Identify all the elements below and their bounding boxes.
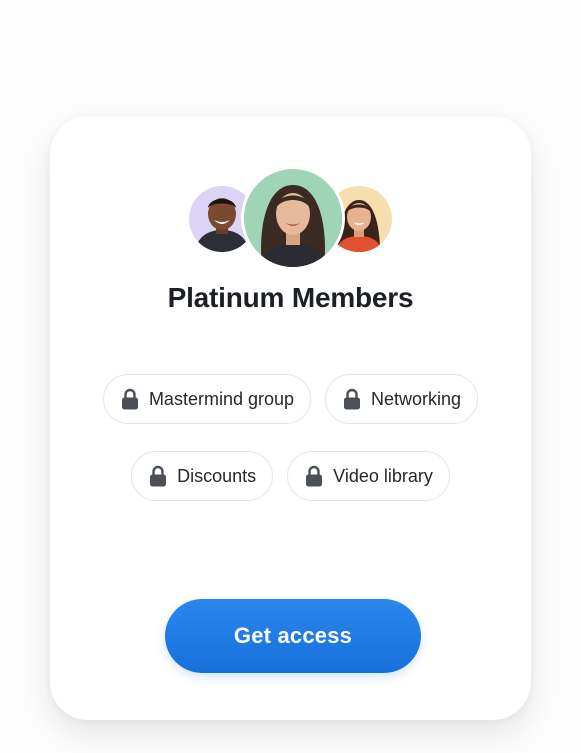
page-background: Platinum Members Mastermind group Networ… [0, 0, 581, 753]
lock-icon [344, 388, 361, 410]
get-access-button[interactable]: Get access [165, 599, 421, 673]
feature-chips-row-2: Discounts Video library [50, 451, 531, 501]
feature-chip-label: Discounts [177, 465, 257, 486]
feature-chips-row-1: Mastermind group Networking [50, 374, 531, 424]
card-title: Platinum Members [167, 282, 414, 313]
member-avatar-center [241, 166, 345, 270]
feature-chip-label: Mastermind group [148, 388, 295, 409]
feature-chip-label: Video library [333, 465, 433, 486]
feature-chip-video-library[interactable]: Video library [287, 451, 450, 501]
lock-icon [306, 465, 323, 487]
member-avatars [50, 116, 531, 276]
lock-icon [121, 388, 138, 410]
membership-card: Platinum Members Mastermind group Networ… [50, 116, 531, 720]
lock-icon [150, 465, 167, 487]
feature-chip-discounts[interactable]: Discounts [131, 451, 274, 501]
feature-chip-networking[interactable]: Networking [325, 374, 479, 424]
feature-chip-label: Networking [371, 388, 462, 409]
feature-chip-mastermind-group[interactable]: Mastermind group [102, 374, 312, 424]
